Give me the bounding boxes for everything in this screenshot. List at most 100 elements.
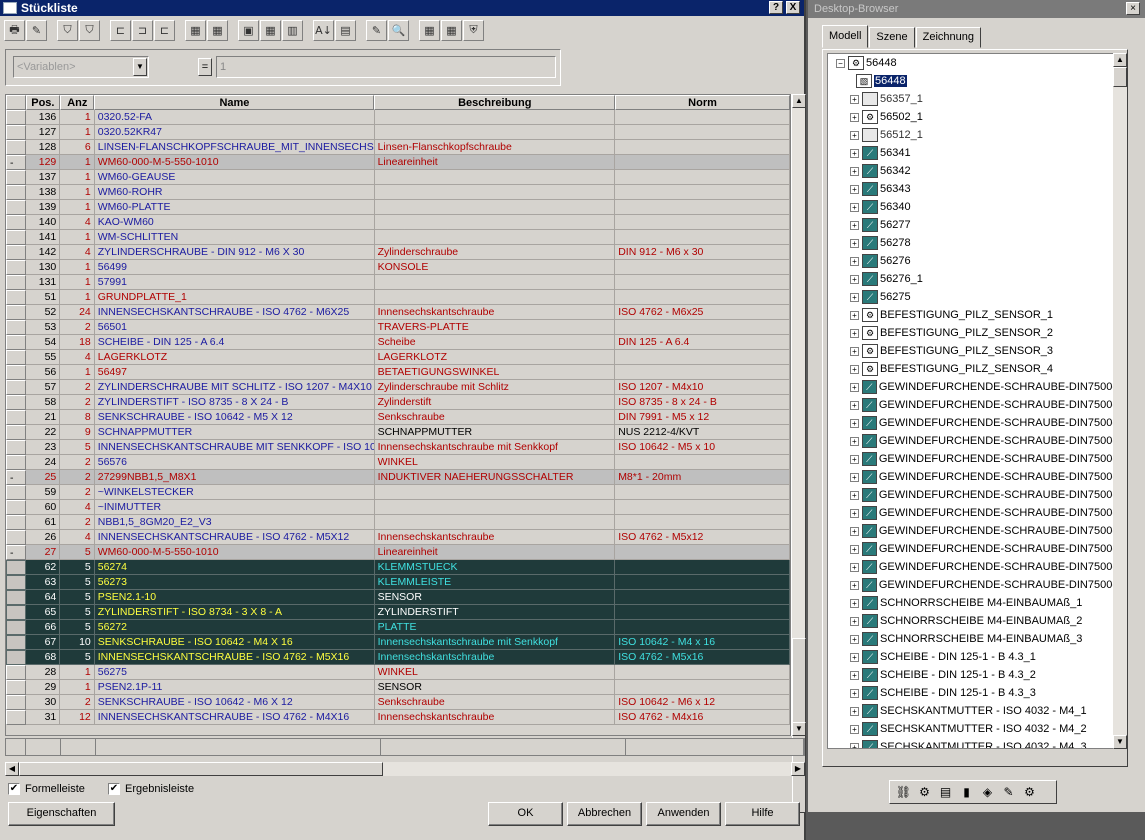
expand-icon[interactable]: + [850,148,859,158]
tray-tool-icon[interactable]: ⚙ [915,783,934,801]
table-row[interactable]: 68 5 INNENSECHSKANTSCHRAUBE - ISO 4762 - M… [6,650,790,665]
table-row[interactable]: -27 5 WM60-000-M-5-550-1010 Lineareinheit [6,545,790,560]
toolbar-button-icon[interactable]: A↓ [313,19,334,41]
expand-icon[interactable]: + [850,328,859,338]
tree-node[interactable]: + ⟋ SCHNORRSCHEIBE M4-EINBAUMAß_1 [828,594,1116,612]
table-row[interactable]: 62 5 56274 KLEMMSTUECK [6,560,790,575]
col-header-name[interactable]: Name [94,95,375,110]
expand-icon[interactable]: + [850,490,859,500]
table-row[interactable]: 142 4 ZYLINDERSCHRAUBE - DIN 912 - M6 X 30… [6,245,790,260]
expand-icon[interactable]: + [850,364,859,374]
tree-node[interactable]: + ⟋ GEWINDEFURCHENDE-SCHRAUBE-DIN7500- [828,450,1116,468]
tree-node[interactable]: + ⟋ 56342 [828,162,1116,180]
expand-icon[interactable]: + [850,706,859,716]
tab-modell[interactable]: Modell [822,25,869,48]
expand-icon[interactable]: + [850,292,859,302]
table-row[interactable]: 54 18 SCHEIBE - DIN 125 - A 6.4 Scheibe DIN … [6,335,790,350]
apply-button[interactable]: Anwenden [646,802,721,826]
tree-node[interactable]: + ⟋ 56343 [828,180,1116,198]
tree-scroll-up-icon[interactable]: ▲ [1113,53,1127,67]
table-row[interactable]: 59 2 ~WINKELSTECKER [6,485,790,500]
tab-szene[interactable]: Szene [869,27,915,48]
expand-icon[interactable]: + [850,724,859,734]
expand-icon[interactable]: + [850,508,859,518]
table-row[interactable]: 131 1 57991 [6,275,790,290]
toolbar-button-icon[interactable]: ▤ [335,19,356,41]
col-header-norm[interactable]: Norm [615,95,790,110]
table-row[interactable]: 128 6 LINSEN-FLANSCHKOPFSCHRAUBE_MIT_INNEN… [6,140,790,155]
tree-node[interactable]: + ⚙ BEFESTIGUNG_PILZ_SENSOR_3 [828,342,1116,360]
table-row[interactable]: 26 4 INNENSECHSKANTSCHRAUBE - ISO 4762 - M… [6,530,790,545]
expand-icon[interactable]: + [850,238,859,248]
expand-icon[interactable]: + [850,202,859,212]
table-row[interactable]: -129 1 WM60-000-M-5-550-1010 Lineareinheit [6,155,790,170]
expand-icon[interactable]: + [850,310,859,320]
expand-icon[interactable]: + [850,94,859,104]
equals-button[interactable]: = [198,58,212,76]
expand-icon[interactable]: + [850,256,859,266]
toolbar-button-icon[interactable]: ⊐ [132,19,153,41]
table-row[interactable]: 138 1 WM60-ROHR [6,185,790,200]
toolbar-button-icon[interactable]: ▦ [260,19,281,41]
tree-node[interactable]: + ⟋ GEWINDEFURCHENDE-SCHRAUBE-DIN7500- [828,540,1116,558]
formelleiste-checkbox[interactable]: ✔ Formelleiste [8,783,85,795]
expand-icon[interactable]: + [850,562,859,572]
table-row[interactable]: 23 5 INNENSECHSKANTSCHRAUBE MIT SENKKOPF -… [6,440,790,455]
table-row[interactable]: 61 2 NBB1,5_8GM20_E2_V3 [6,515,790,530]
tree-node[interactable]: + ⚙ 56502_1 [828,108,1116,126]
col-header-pos[interactable]: Pos. [25,95,61,110]
tree-node[interactable]: + ⟋ GEWINDEFURCHENDE-SCHRAUBE-DIN7500- [828,396,1116,414]
expand-icon[interactable]: + [850,742,859,748]
table-row[interactable]: 57 2 ZYLINDERSCHRAUBE MIT SCHLITZ - ISO 12… [6,380,790,395]
tree-node[interactable]: + ⟋ GEWINDEFURCHENDE-SCHRAUBE-DIN7500- [828,558,1116,576]
hscroll-thumb[interactable] [19,762,383,776]
expand-icon[interactable]: + [850,400,859,410]
table-row[interactable]: 53 2 56501 TRAVERS-PLATTE [6,320,790,335]
tree-node[interactable]: + ⟋ SECHSKANTMUTTER - ISO 4032 - M4_3 [828,738,1116,748]
tree-node[interactable]: + ⟋ 56275 [828,288,1116,306]
table-row[interactable]: 66 5 56272 PLATTE [6,620,790,635]
collapse-icon[interactable]: − [836,58,845,68]
expand-icon[interactable]: + [850,670,859,680]
tree-node[interactable]: + ⟋ GEWINDEFURCHENDE-SCHRAUBE-DIN7500- [828,486,1116,504]
expand-icon[interactable]: + [850,166,859,176]
properties-button[interactable]: Eigenschaften [8,802,115,826]
tab-zeichnung[interactable]: Zeichnung [915,27,981,48]
ok-button[interactable]: OK [488,802,563,826]
variable-select[interactable]: <Variablen> ▼ [13,56,149,78]
expand-icon[interactable]: + [850,598,859,608]
tree-node[interactable]: + ⚙ BEFESTIGUNG_PILZ_SENSOR_4 [828,360,1116,378]
tree-node[interactable]: + ⟋ SECHSKANTMUTTER - ISO 4032 - M4_1 [828,702,1116,720]
tree-node[interactable]: + ⟋ 56277 [828,216,1116,234]
tree-node[interactable]: + ⟋ GEWINDEFURCHENDE-SCHRAUBE-DIN7500- [828,432,1116,450]
table-row[interactable]: 64 5 PSEN2.1-10 SENSOR [6,590,790,605]
chevron-down-icon[interactable]: ▼ [133,58,147,76]
tray-tool-icon[interactable]: ✎ [999,783,1018,801]
table-row[interactable]: 127 1 0320.52KR47 [6,125,790,140]
tree-scroll-thumb[interactable] [1113,67,1127,87]
tree-node[interactable]: + ⟋ GEWINDEFURCHENDE-SCHRAUBE-DIN7500- [828,378,1116,396]
table-row[interactable]: 21 8 SENKSCHRAUBE - ISO 10642 - M5 X 12 Sen… [6,410,790,425]
tree-node[interactable]: + ⚙ BEFESTIGUNG_PILZ_SENSOR_2 [828,324,1116,342]
tray-tool-icon[interactable]: ▤ [936,783,955,801]
expand-icon[interactable]: + [850,544,859,554]
expand-icon[interactable]: + [850,616,859,626]
scroll-up-icon[interactable]: ▲ [792,94,806,108]
tree-node[interactable]: + ⟋ GEWINDEFURCHENDE-SCHRAUBE-DIN7500- [828,468,1116,486]
checkbox-formelleiste-box[interactable]: ✔ [8,783,20,795]
toolbar-button-icon[interactable]: ▦ [207,19,228,41]
table-row[interactable]: 140 4 KAO-WM60 [6,215,790,230]
toolbar-button-icon[interactable]: ⛉ [79,19,100,41]
expand-icon[interactable]: + [850,382,859,392]
table-row[interactable]: 130 1 56499 KONSOLE [6,260,790,275]
col-header-anz[interactable]: Anz [60,95,95,110]
tree-node[interactable]: +56357_1 [828,90,1116,108]
table-row[interactable]: 63 5 56273 KLEMMLEISTE [6,575,790,590]
expand-icon[interactable]: + [850,688,859,698]
toolbar-button-icon[interactable]: ⛉ [57,19,78,41]
expand-icon[interactable]: + [850,184,859,194]
tree-node[interactable]: + ⟋ SCHEIBE - DIN 125-1 - B 4.3_3 [828,684,1116,702]
table-row[interactable]: 137 1 WM60-GEAUSE [6,170,790,185]
tree-node[interactable]: +56512_1 [828,126,1116,144]
tray-tool-icon[interactable]: ⚙ [1020,783,1039,801]
